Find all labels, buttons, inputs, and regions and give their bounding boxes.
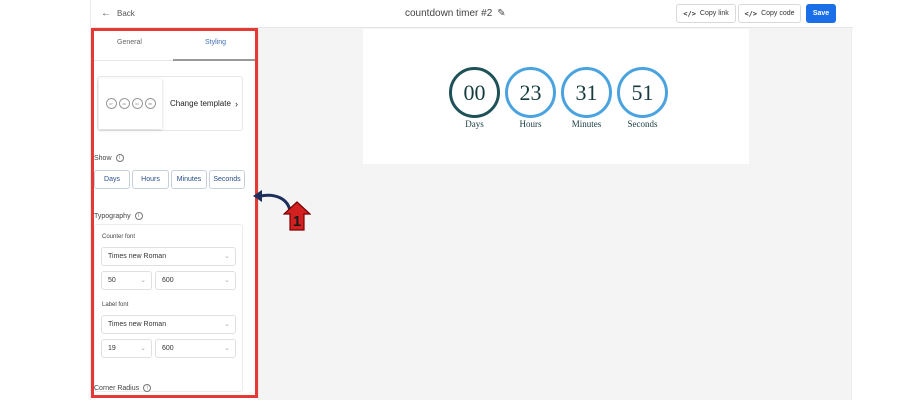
sidebar-tabs: General Styling (91, 29, 258, 61)
minutes-value: 31 (561, 67, 612, 118)
thumb-circle: 07 (105, 98, 117, 109)
show-days-button[interactable]: Days (94, 170, 130, 189)
chevron-right-icon: › (234, 98, 238, 109)
active-tab-indicator (173, 59, 257, 61)
step-marker: 1 (283, 201, 311, 231)
thumb-circle: 04 (131, 98, 143, 109)
show-toggle-group: Days Hours Minutes Seconds (94, 170, 245, 189)
copy-link-button[interactable]: </> Copy link (676, 4, 736, 23)
show-seconds-button[interactable]: Seconds (209, 170, 245, 189)
code-icon: </> (683, 9, 696, 18)
label-weight-select[interactable]: 600 ⌄ (155, 339, 236, 358)
chevron-down-icon: ⌄ (224, 321, 230, 328)
copy-link-label: Copy link (699, 10, 729, 17)
hours-label: Hours (519, 119, 542, 129)
days-label: Days (465, 119, 484, 129)
step-number: 1 (293, 213, 301, 230)
counter-font-label: Counter font (102, 234, 136, 240)
change-template-link[interactable]: Change template › (170, 99, 238, 109)
counter-font-value: Times new Roman (108, 253, 167, 260)
timer-unit-minutes: 31 Minutes (560, 67, 613, 129)
page: ← Back countdown timer #2 ✎ </> Copy lin… (0, 0, 900, 400)
thumb-circle: 23 (118, 98, 130, 109)
label-font-select[interactable]: Times new Roman ⌄ (101, 315, 236, 334)
template-thumbnail: 07 23 04 08 (99, 78, 162, 129)
seconds-label: Seconds (627, 119, 658, 129)
change-template-card[interactable]: 07 23 04 08 Change template › (97, 76, 243, 131)
chevron-down-icon: ⌄ (224, 277, 230, 284)
typography-panel: Counter font Times new Roman ⌄ 50 ⌄ 600 … (94, 224, 243, 392)
copy-code-button[interactable]: </> Copy code (738, 4, 801, 23)
tab-styling[interactable]: Styling (205, 39, 226, 46)
timer-unit-hours: 23 Hours (504, 67, 557, 129)
document-title[interactable]: countdown timer #2 ✎ (405, 8, 506, 19)
settings-sidebar: General Styling 07 23 04 08 Change templ… (91, 29, 259, 400)
label-weight-value: 600 (162, 345, 174, 352)
pencil-icon[interactable]: ✎ (497, 8, 505, 19)
timer-unit-days: 00 Days (448, 67, 501, 129)
seconds-value: 51 (617, 67, 668, 118)
title-text: countdown timer #2 (405, 8, 493, 19)
typography-section-label: Typography i (94, 212, 143, 220)
save-button[interactable]: Save (806, 4, 836, 23)
minutes-label: Minutes (571, 119, 602, 129)
chevron-down-icon: ⌄ (140, 277, 146, 284)
show-minutes-button[interactable]: Minutes (171, 170, 207, 189)
show-hours-button[interactable]: Hours (132, 170, 169, 189)
info-icon[interactable]: i (115, 154, 124, 162)
info-icon[interactable]: i (134, 212, 143, 220)
counter-weight-value: 600 (162, 277, 174, 284)
copy-code-label: Copy code (761, 10, 795, 17)
chevron-down-icon: ⌄ (224, 253, 230, 260)
counter-font-select[interactable]: Times new Roman ⌄ (101, 247, 236, 266)
days-value: 00 (449, 67, 500, 118)
label-font-value: Times new Roman (108, 321, 167, 328)
hours-value: 23 (505, 67, 556, 118)
label-font-label: Label font (102, 302, 129, 308)
chevron-down-icon: ⌄ (224, 345, 230, 352)
code-icon: </> (744, 9, 758, 18)
corner-radius-section-label: Corner Radius i (94, 384, 152, 392)
change-template-label: Change template (170, 99, 231, 108)
app-window: ← Back countdown timer #2 ✎ </> Copy lin… (90, 0, 853, 400)
top-bar: ← Back countdown timer #2 ✎ </> Copy lin… (91, 0, 853, 28)
countdown-timer: 00 Days 23 Hours 31 Minutes 51 Seconds (448, 67, 669, 129)
back-button[interactable]: ← Back (101, 8, 135, 19)
label-size-select[interactable]: 19 ⌄ (101, 339, 152, 358)
back-label: Back (117, 9, 135, 18)
show-section-label: Show i (94, 154, 124, 162)
counter-size-value: 50 (108, 277, 116, 284)
counter-weight-select[interactable]: 600 ⌄ (155, 271, 236, 290)
tab-general[interactable]: General (117, 39, 142, 46)
thumb-circle: 08 (144, 98, 156, 109)
corner-radius-label: Corner Radius (94, 384, 140, 392)
timer-unit-seconds: 51 Seconds (616, 67, 669, 129)
label-size-value: 19 (108, 345, 116, 352)
chevron-down-icon: ⌄ (140, 345, 146, 352)
counter-size-select[interactable]: 50 ⌄ (101, 271, 152, 290)
info-icon[interactable]: i (143, 384, 152, 392)
show-label: Show (94, 154, 112, 162)
arrow-left-icon: ← (101, 8, 111, 19)
timer-preview: 00 Days 23 Hours 31 Minutes 51 Seconds (363, 29, 749, 164)
typography-label: Typography (94, 212, 131, 220)
